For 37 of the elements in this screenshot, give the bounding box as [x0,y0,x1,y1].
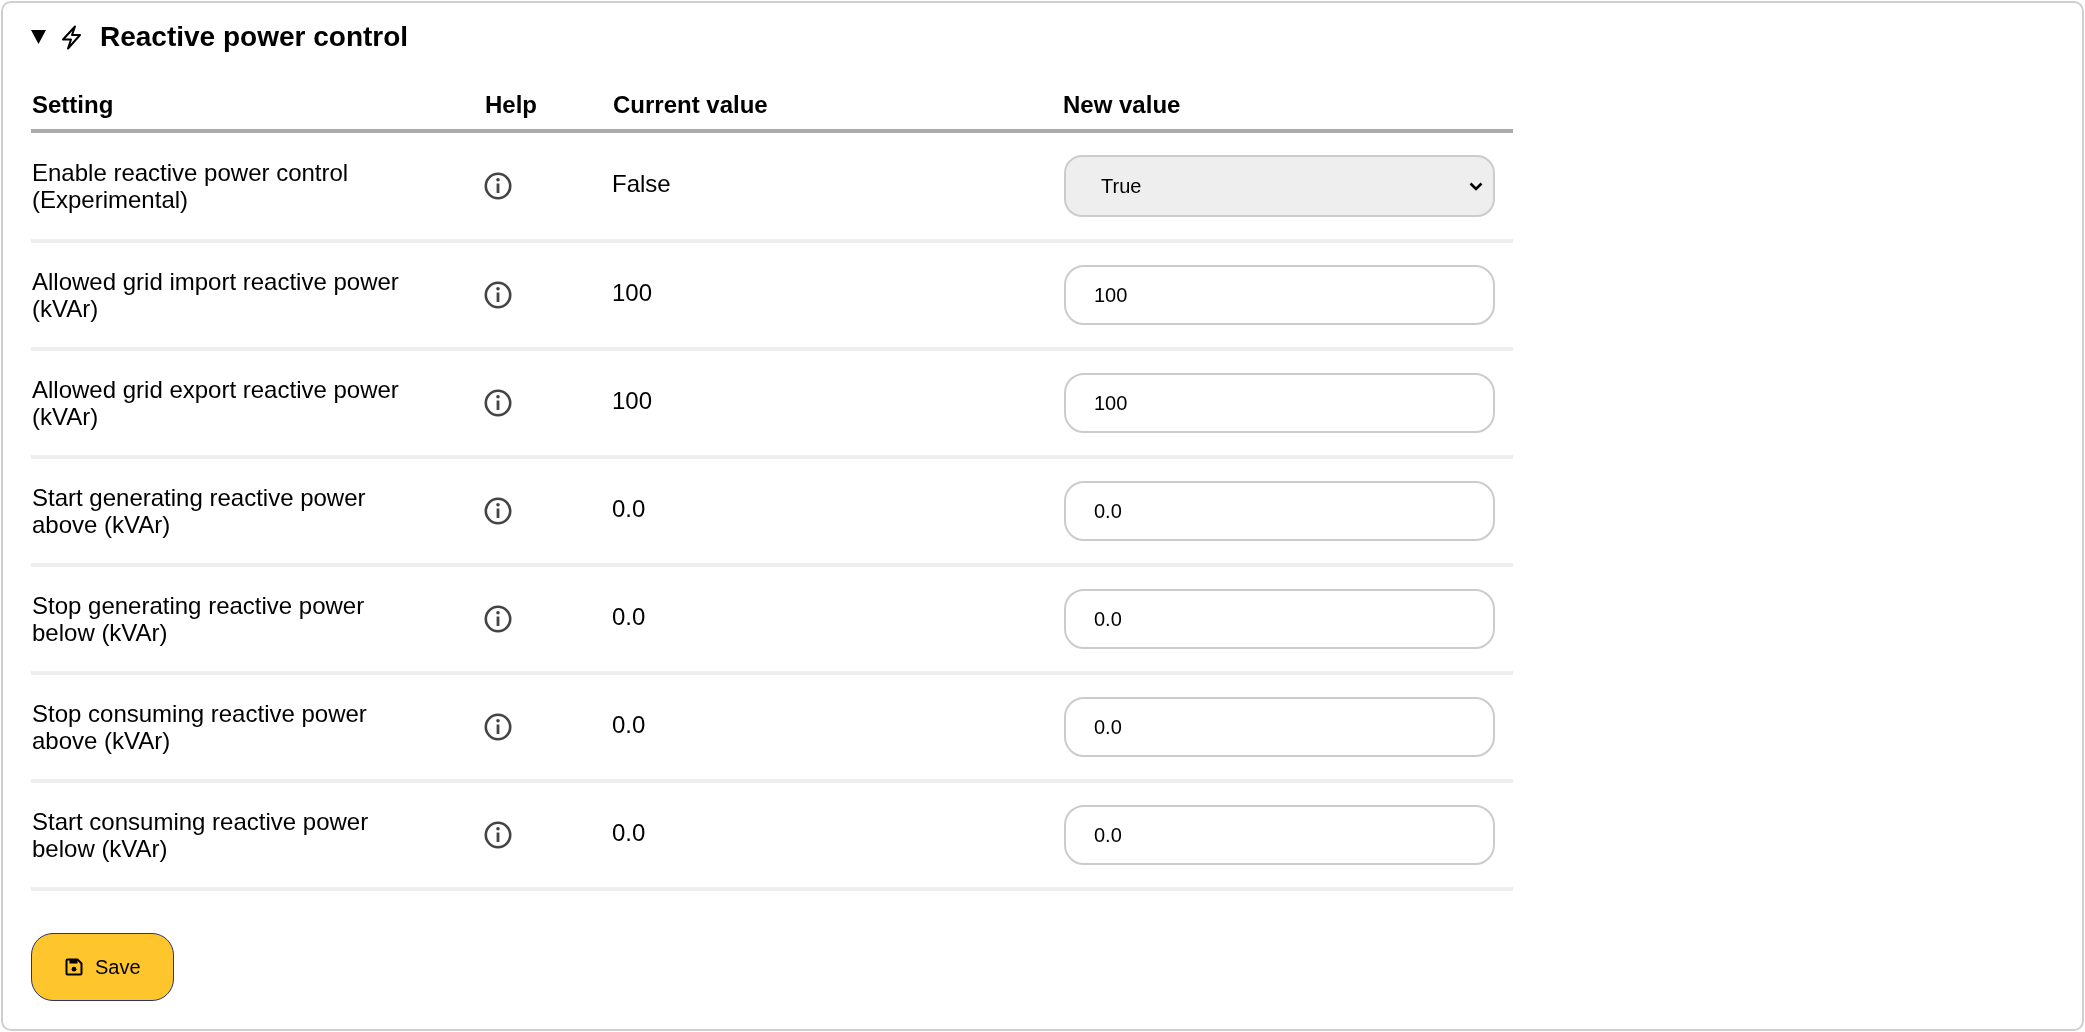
current-value: 0.0 [612,603,646,631]
setting-label: Allowed grid import reactive power (kVAr) [31,268,400,322]
column-header: New value [1062,91,1181,119]
info-icon[interactable] [484,497,512,525]
save-button[interactable]: Save [31,933,174,1001]
setting-label: Stop generating reactive power below (kVAr) [31,592,366,646]
current-value: False [612,170,671,198]
current-value: 100 [612,279,653,307]
lightning-icon [60,24,83,50]
info-icon[interactable] [484,713,512,741]
setting-label: Stop consuming reactive power above (kVAr) [31,700,368,754]
info-icon[interactable] [484,605,512,633]
column-header: Current value [612,91,768,119]
info-icon[interactable] [484,389,512,417]
current-value: 0.0 [612,495,646,523]
input-field[interactable]: 0.0 [1064,589,1495,649]
input-field[interactable]: 0.0 [1064,805,1495,865]
setting-label: Start consuming reactive power below (kVAr) [31,808,370,862]
info-icon[interactable] [484,281,512,309]
setting-label: Allowed grid export reactive power (kVAr) [31,376,400,430]
input-field[interactable]: 0.0 [1064,697,1495,757]
column-header: Setting [31,91,114,119]
current-value: 0.0 [612,819,646,847]
column-header: Help [484,91,537,119]
setting-label: Start generating reactive power above (kVAr) [31,484,367,538]
setting-label: Enable reactive power control (Experimental) [31,159,350,213]
section-title: Reactive power control [100,21,409,53]
expand-triangle-icon[interactable] [31,30,46,44]
input-field[interactable]: 100 [1064,373,1495,433]
info-icon[interactable] [484,821,512,849]
current-value: 0.0 [612,711,646,739]
input-field[interactable]: 0.0 [1064,481,1495,541]
info-icon[interactable] [484,172,512,200]
chevron-down-icon [1469,181,1483,191]
dropdown[interactable]: True [1064,155,1495,217]
current-value: 100 [612,387,653,415]
input-field[interactable]: 100 [1064,265,1495,325]
